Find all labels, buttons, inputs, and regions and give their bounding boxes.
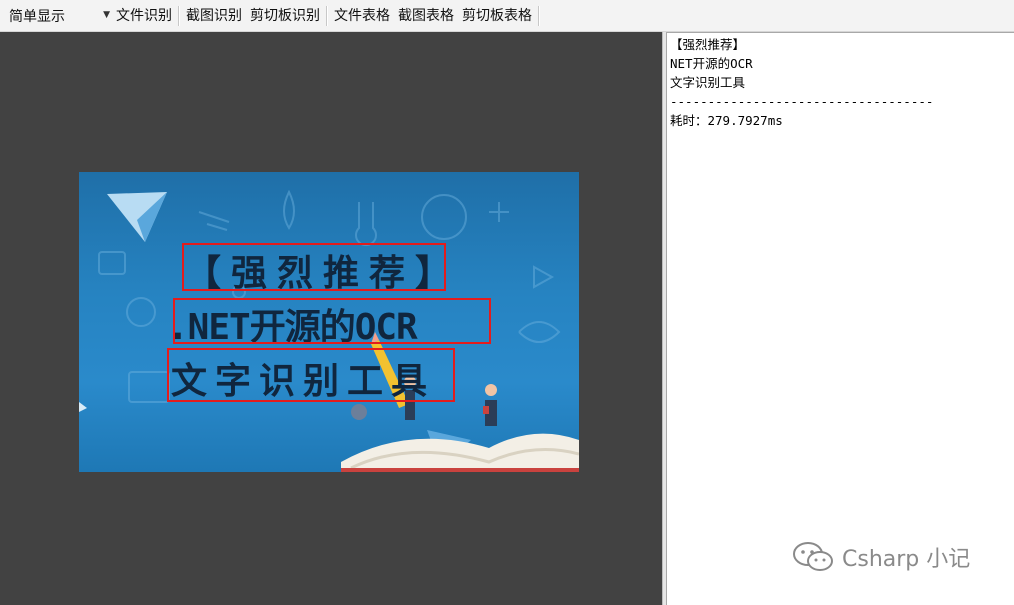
watermark-text: Csharp 小记: [842, 547, 971, 572]
elapsed-time-line: 耗时：279.7927ms: [670, 113, 783, 128]
text-bounding-box: [167, 348, 455, 402]
result-line: 文字识别工具: [670, 75, 746, 90]
toolbar-separator: [538, 5, 540, 26]
toolbar-separator: [326, 5, 328, 26]
clipboard-recognize-button[interactable]: 剪切板识别: [246, 5, 324, 27]
wechat-icon: [793, 542, 833, 571]
file-recognize-button[interactable]: 文件识别: [112, 5, 176, 27]
file-table-button[interactable]: 文件表格: [330, 5, 394, 27]
text-bounding-box: [173, 298, 491, 344]
result-line: NET开源的OCR: [670, 56, 753, 71]
recognized-image: 【强烈推荐】 .NET开源的OCR 文字识别工具: [79, 172, 579, 472]
ocr-app-window: 简单显示 ▼ 文件识别 截图识别 剪切板识别 文件表格 截图表格 剪切板表格 【…: [0, 0, 1014, 605]
result-separator-line: -----------------------------------: [670, 94, 934, 109]
clipboard-table-button[interactable]: 剪切板表格: [458, 5, 536, 27]
display-mode-value: 简单显示: [9, 8, 65, 25]
toolbar-separator: [178, 5, 180, 26]
toolbar: 简单显示 ▼ 文件识别 截图识别 剪切板识别 文件表格 截图表格 剪切板表格: [0, 0, 1014, 32]
result-textbox[interactable]: 【强烈推荐】 NET开源的OCR 文字识别工具 ----------------…: [666, 32, 1014, 605]
image-preview-panel: 【强烈推荐】 .NET开源的OCR 文字识别工具: [0, 32, 662, 605]
display-mode-select[interactable]: 简单显示 ▼: [6, 5, 112, 27]
text-bounding-box: [182, 243, 446, 291]
chevron-down-icon: ▼: [103, 9, 110, 20]
screenshot-table-button[interactable]: 截图表格: [394, 5, 458, 27]
watermark: Csharp 小记: [792, 540, 970, 574]
screenshot-recognize-button[interactable]: 截图识别: [182, 5, 246, 27]
result-line: 【强烈推荐】: [670, 37, 746, 52]
